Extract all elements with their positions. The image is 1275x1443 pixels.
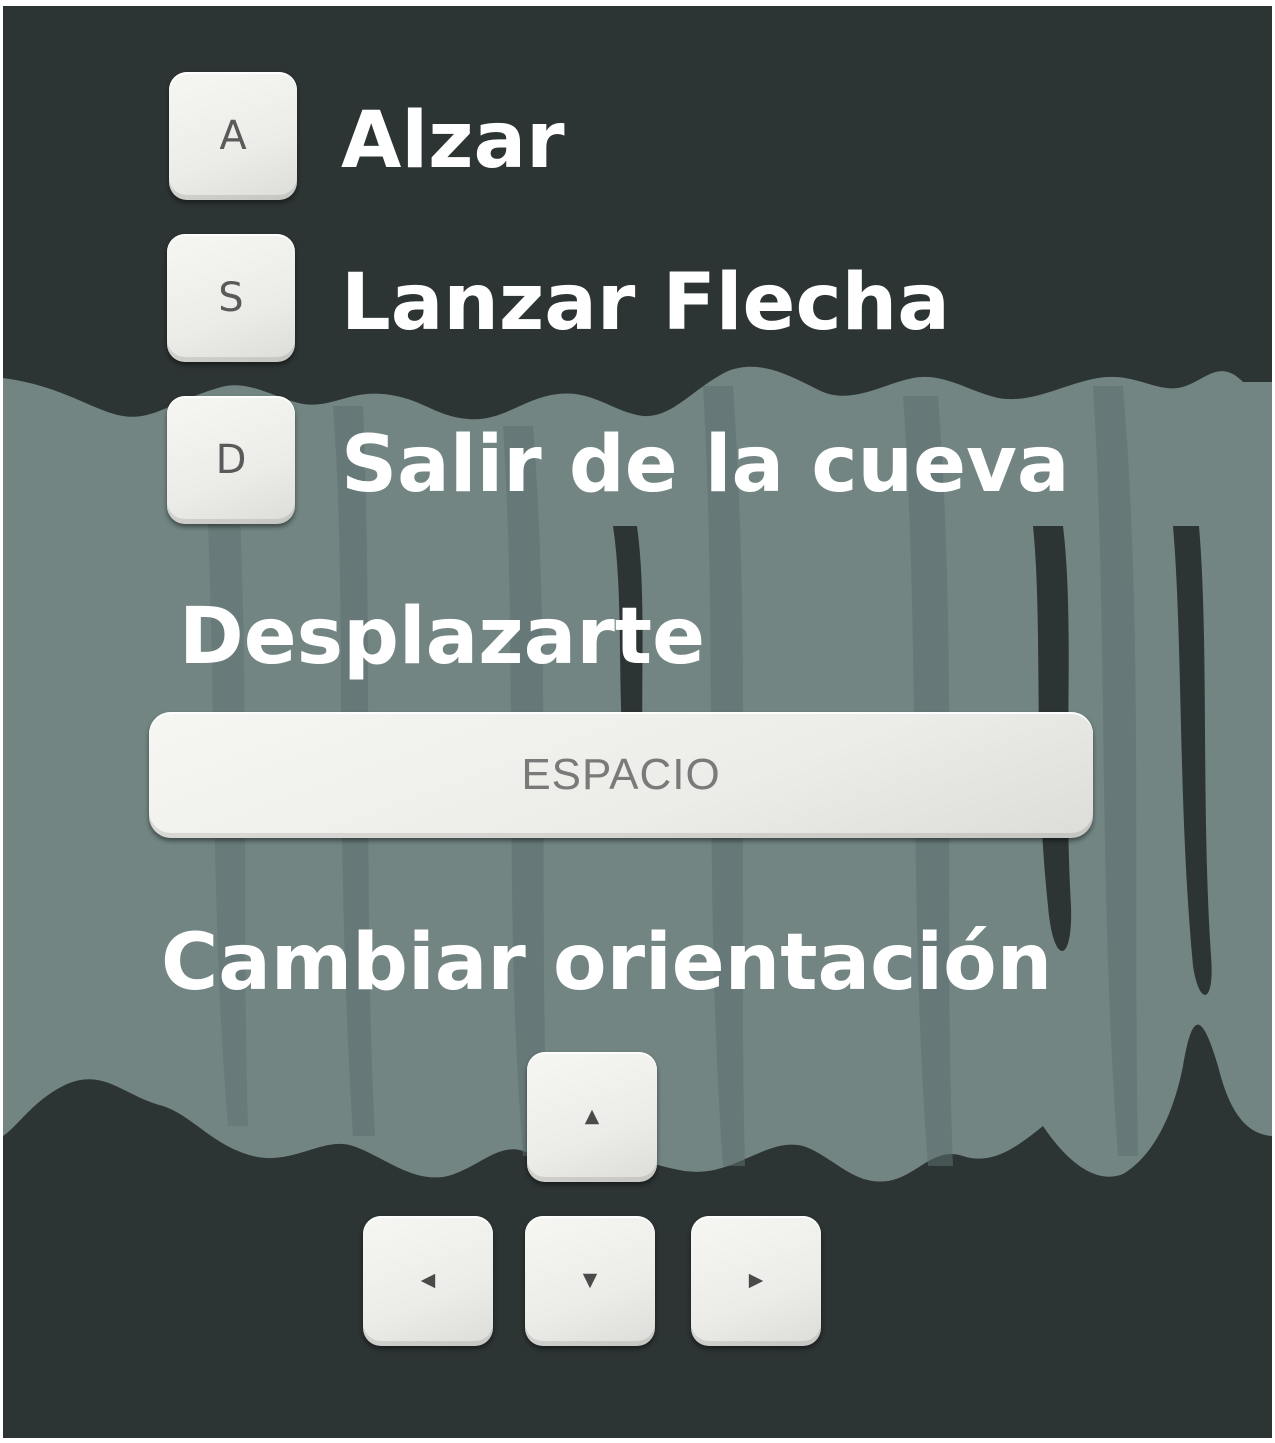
key-s-label: S (218, 275, 244, 321)
arrow-up-icon (584, 1109, 600, 1125)
section-title-orientacion: Cambiar orientación (161, 918, 1053, 1008)
key-arrow-left[interactable] (363, 1216, 493, 1346)
key-s[interactable]: S (167, 234, 295, 362)
action-label-alzar: Alzar (341, 96, 565, 186)
controls-screen: A Alzar S Lanzar Flecha D Salir de la cu… (3, 6, 1272, 1438)
action-label-salir: Salir de la cueva (341, 420, 1070, 510)
key-arrow-right[interactable] (691, 1216, 821, 1346)
arrow-left-icon (420, 1273, 436, 1289)
key-space-label: ESPACIO (521, 750, 721, 799)
action-label-lanzar-flecha: Lanzar Flecha (341, 258, 950, 348)
arrow-down-icon (582, 1273, 598, 1289)
key-arrow-up[interactable] (527, 1052, 657, 1182)
section-title-desplazarte: Desplazarte (179, 592, 705, 682)
key-a[interactable]: A (169, 72, 297, 200)
key-space[interactable]: ESPACIO (149, 712, 1093, 838)
arrow-right-icon (748, 1273, 764, 1289)
key-d-label: D (215, 437, 247, 483)
key-arrow-down[interactable] (525, 1216, 655, 1346)
key-d[interactable]: D (167, 396, 295, 524)
key-a-label: A (219, 113, 247, 159)
